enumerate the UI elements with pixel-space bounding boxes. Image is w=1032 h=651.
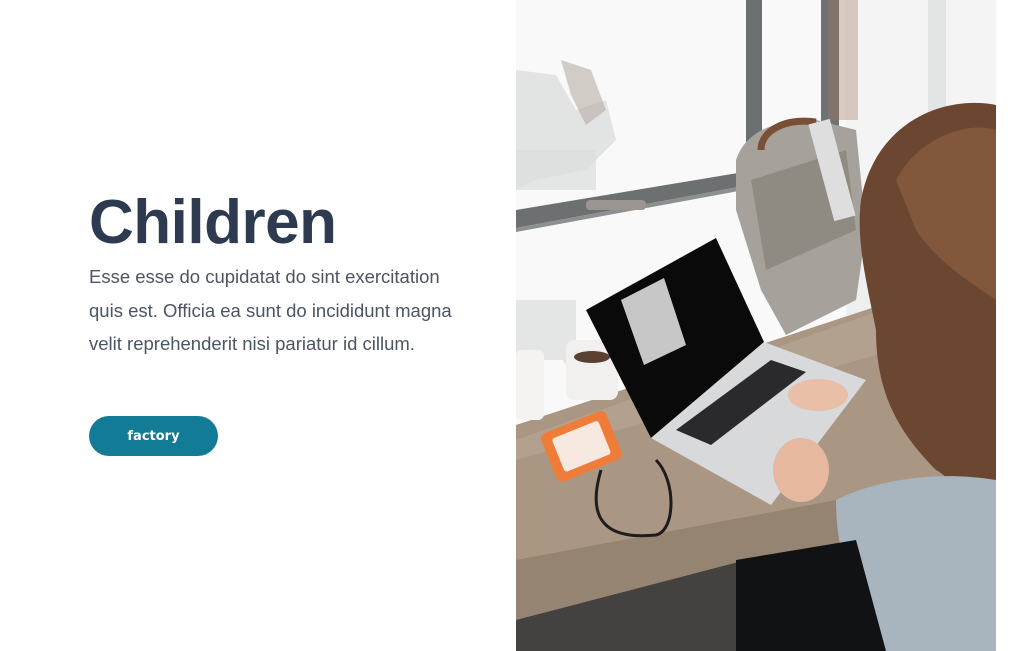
page-title: Children <box>89 188 337 257</box>
hero-photo <box>516 0 996 651</box>
hero-description: Esse esse do cupidatat do sint exercitat… <box>89 266 452 354</box>
hero-text-block: Children Esse esse do cupidatat do sint … <box>89 186 469 361</box>
photo-illustration <box>516 0 996 651</box>
factory-button[interactable]: factory <box>89 416 218 456</box>
